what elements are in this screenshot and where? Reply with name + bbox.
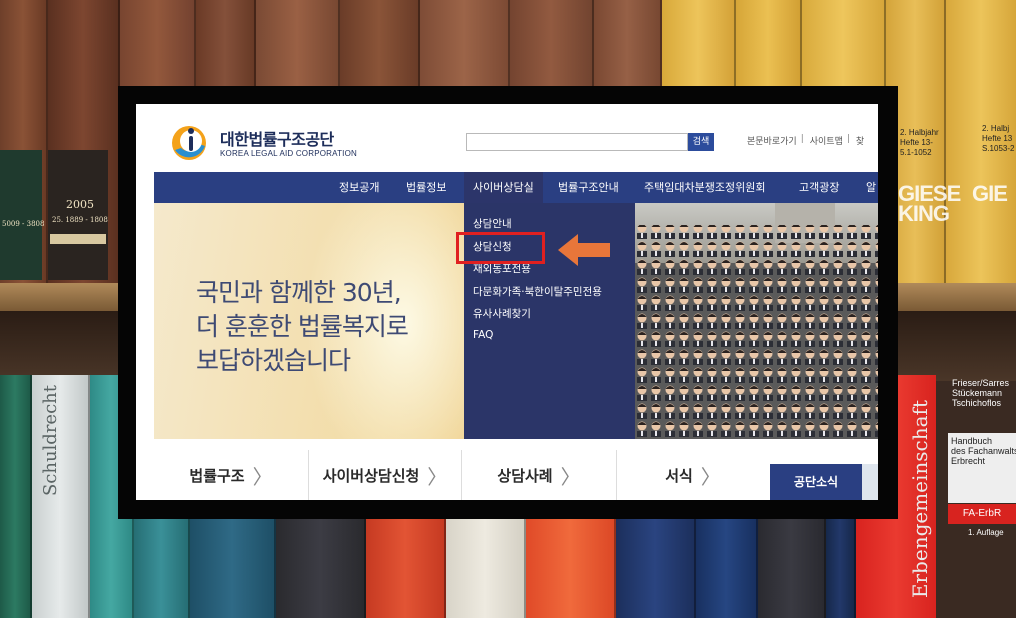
tab-legal-aid[interactable]: 법률구조 〉	[154, 450, 308, 500]
staff-group-photo	[635, 203, 878, 439]
book-spine-text: Schuldrecht	[40, 385, 61, 497]
main-nav: 정보공개 법률정보 사이버상담실 법률구조안내 주택임대차분쟁조정위원회 고객광…	[154, 172, 878, 203]
book-logo: GIE	[972, 181, 1008, 206]
crowd-figures	[635, 225, 878, 439]
chevron-right-icon: 〉	[700, 464, 721, 489]
tab-side-panel	[862, 464, 878, 500]
site-name-en: KOREA LEGAL AID CORPORATION	[220, 149, 357, 158]
book-logo: GIESE KING	[898, 181, 961, 226]
divider: |	[846, 134, 850, 144]
tab-label: 법률구조	[189, 466, 245, 485]
skip-to-content-link[interactable]: 본문바로가기	[747, 134, 797, 147]
book-label: 2. Halbj Hefte 13 S.1053-2	[982, 124, 1015, 153]
chevron-right-icon: 〉	[252, 464, 273, 489]
book-label: 1. Auflage	[968, 528, 1004, 537]
tab-label: 상담사례	[497, 466, 553, 485]
nav-item-info-disclosure[interactable]: 정보공개	[339, 172, 379, 203]
chevron-right-icon: 〉	[427, 464, 448, 489]
dropdown-item-similar-cases[interactable]: 유사사례찾기	[473, 306, 531, 321]
book-label: 2. Halbjahr Hefte 13- 5.1-1052	[900, 128, 939, 157]
tab-forms[interactable]: 서식 〉	[617, 450, 769, 500]
book-band	[50, 234, 106, 244]
banner-line: 보답하겠습니다	[196, 346, 351, 375]
nav-item-housing-lease-committee[interactable]: 주택임대차분쟁조정위원회	[644, 172, 765, 203]
tab-label: 사이버상담신청	[322, 466, 420, 485]
book	[48, 150, 108, 280]
tab-cyber-counseling-request[interactable]: 사이버상담신청 〉	[309, 450, 461, 500]
search-input[interactable]	[466, 133, 688, 151]
chevron-right-icon: 〉	[560, 464, 581, 489]
book-label: Frieser/Sarres Stückemann Tschichoflos	[952, 378, 1010, 408]
nav-item-legal-aid-guide[interactable]: 법률구조안내	[558, 172, 619, 203]
legal-aid-logo-icon[interactable]	[169, 122, 209, 162]
dropdown-item-faq[interactable]: FAQ	[473, 329, 493, 341]
site-name-kr[interactable]: 대한법률구조공단	[220, 126, 334, 150]
divider: |	[800, 134, 804, 144]
banner-line: 국민과 함께한 30년,	[196, 278, 402, 307]
tab-counseling-cases[interactable]: 상담사례 〉	[462, 450, 616, 500]
dropdown-item-counseling-guide[interactable]: 상담안내	[473, 216, 512, 231]
book-label: 25. 1889 - 1808	[52, 216, 108, 224]
book-label: FA-ErbR	[948, 504, 1016, 524]
book-label: Handbuch des Fachanwalts Erbrecht	[948, 433, 1016, 503]
book-label: 5009 - 3808	[2, 220, 45, 228]
website-screen: 대한법률구조공단 KOREA LEGAL AID CORPORATION 검색 …	[136, 104, 878, 500]
tab-corporation-news[interactable]: 공단소식	[770, 464, 862, 500]
highlight-box	[456, 232, 545, 264]
banner-line: 더 훈훈한 법률복지로	[196, 312, 409, 341]
nav-item-legal-info[interactable]: 법률정보	[406, 172, 446, 203]
utility-links: 본문바로가기 | 사이트맵 | 찾	[747, 134, 868, 147]
nav-item-cyber-counseling[interactable]: 사이버상담실	[464, 172, 543, 203]
dropdown-item-multicultural-defectors[interactable]: 다문화가족·북한이탈주민전용	[473, 284, 602, 299]
book	[0, 375, 32, 618]
search-button[interactable]: 검색	[688, 133, 714, 151]
nav-item-customer-plaza[interactable]: 고객광장	[799, 172, 839, 203]
book-spine-text: Erbengemeinschaft	[908, 400, 932, 599]
pointer-arrow-icon	[558, 234, 610, 266]
book	[0, 150, 42, 280]
directions-link[interactable]: 찾	[856, 134, 864, 147]
sitemap-link[interactable]: 사이트맵	[810, 134, 843, 147]
book-label: 2005	[66, 198, 94, 211]
tab-label: 서식	[665, 466, 693, 485]
nav-item-more[interactable]: 알	[866, 172, 876, 203]
quick-tabs: 법률구조 〉 사이버상담신청 〉 상담사례 〉 서식 〉 공단소식	[154, 450, 878, 500]
